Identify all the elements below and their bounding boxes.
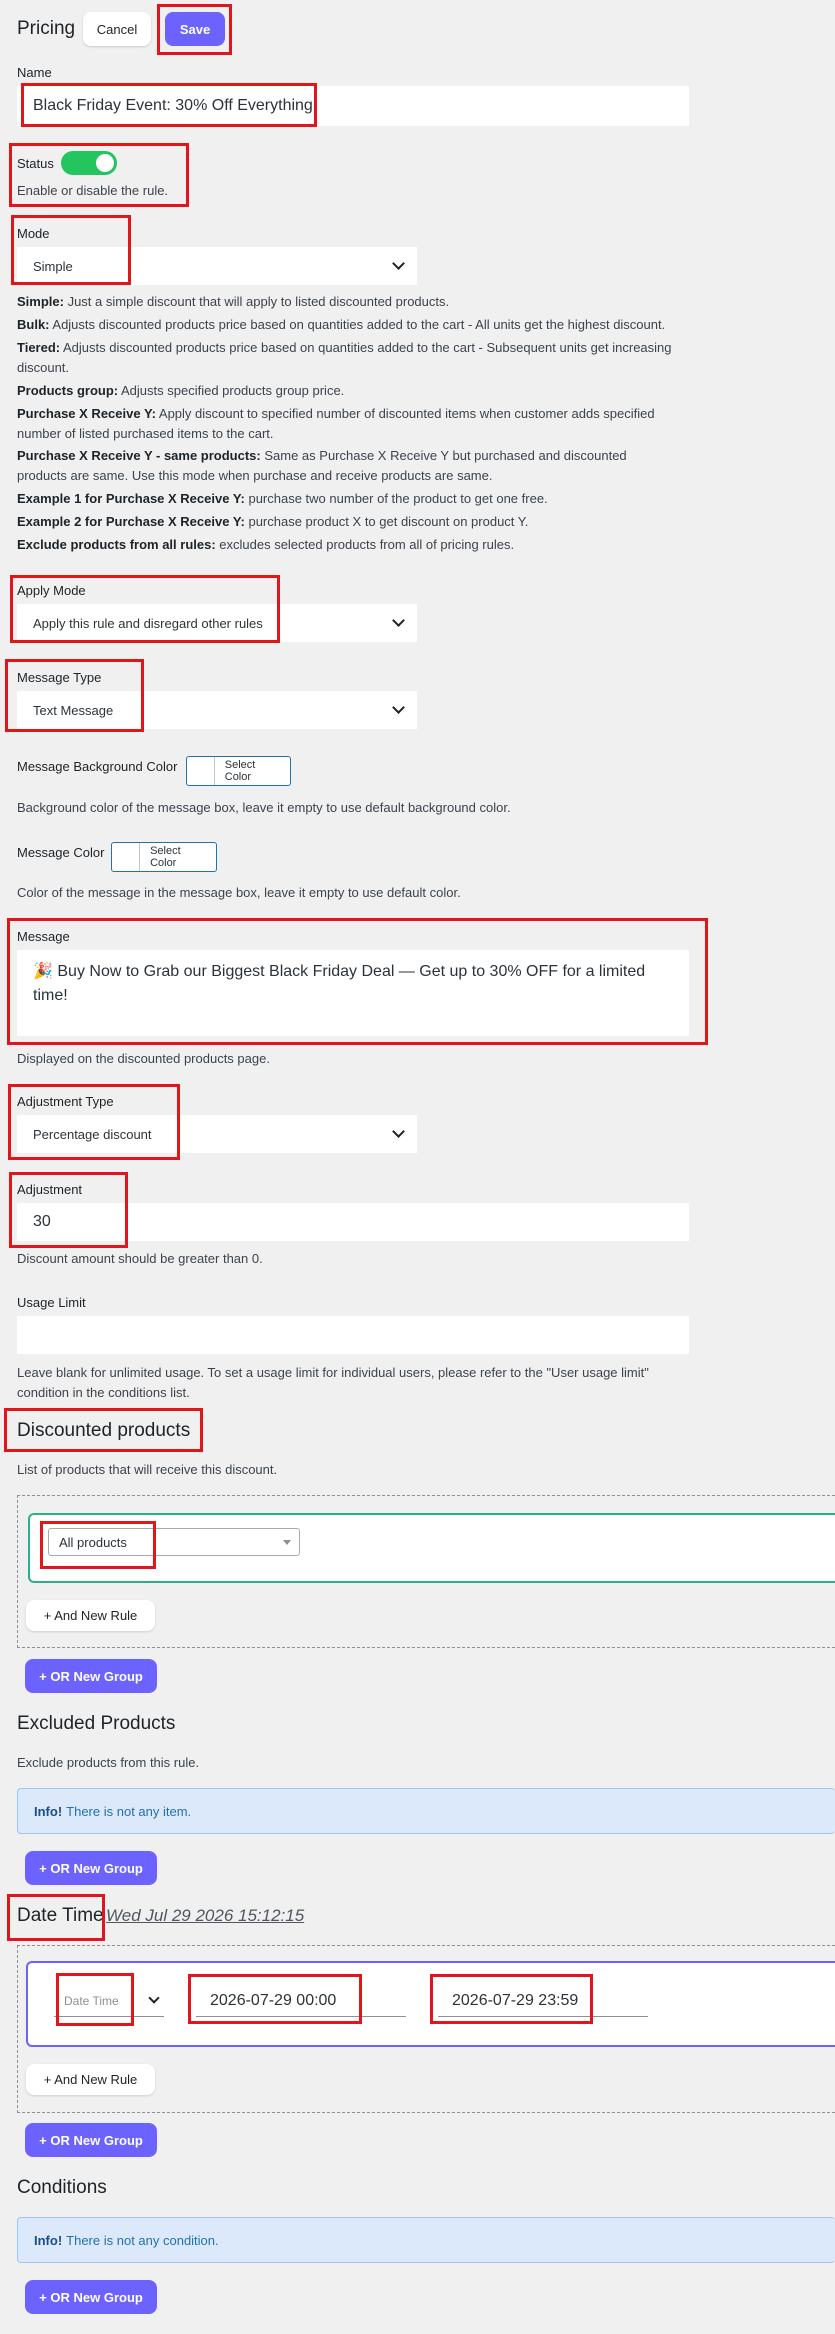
message-type-select[interactable]: Text Message [17,691,417,729]
select-color-label: Select Color [224,759,256,783]
mode-description-line: Simple: Just a simple discount that will… [17,292,677,312]
mode-description-text: Just a simple discount that will apply t… [63,294,450,309]
info-text: There is not any item. [66,1803,192,1819]
mode-description-term: Bulk: [17,317,50,332]
chevron-down-icon [148,1992,160,2004]
message-color-description: Color of the message in the message box,… [17,885,461,900]
discounted-products-title: Discounted products [17,1420,191,1441]
mode-description-line: Tiered: Adjusts discounted products pric… [17,338,677,378]
mode-description-term: Tiered: [17,340,61,355]
add-or-group-button[interactable]: + OR New Group [25,2280,157,2314]
usage-limit-input[interactable] [17,1316,689,1354]
chevron-down-icon [392,1125,405,1138]
products-rule-value: All products [59,1534,127,1550]
date-to-input[interactable]: 2026-07-29 23:59 [438,1985,648,2017]
apply-mode-value: Apply this rule and disregard other rule… [33,615,263,631]
mode-description-text: excludes selected products from all of p… [215,537,515,552]
mode-description-text: Adjusts discounted products price based … [49,317,666,332]
color-swatch [187,757,215,785]
message-label: Message [17,929,70,944]
message-description: Displayed on the discounted products pag… [17,1051,270,1066]
discounted-products-description: List of products that will receive this … [17,1462,278,1477]
mode-description-line: Example 2 for Purchase X Receive Y: purc… [17,512,677,532]
mode-description-term: Purchase X Receive Y - same products: [17,448,261,463]
mode-description-line: Example 1 for Purchase X Receive Y: purc… [17,489,677,509]
message-bg-color-label: Message Background Color [17,759,178,774]
info-bold: Info! [34,2232,63,2248]
select-color-label: Select Color [150,845,181,869]
message-type-value: Text Message [33,702,114,718]
excluded-products-description: Exclude products from this rule. [17,1755,200,1770]
adjustment-label: Adjustment [17,1182,83,1197]
mode-select[interactable]: Simple [17,247,417,285]
adjustment-type-value: Percentage discount [33,1126,152,1142]
adjustment-type-select[interactable]: Percentage discount [17,1115,417,1153]
adjustment-type-label: Adjustment Type [17,1094,114,1109]
info-text: There is not any condition. [66,2232,219,2248]
message-textarea[interactable]: 🎉 Buy Now to Grab our Biggest Black Frid… [17,950,689,1036]
mode-description-term: Products group: [17,383,119,398]
adjustment-description: Discount amount should be greater than 0… [17,1251,263,1266]
mode-description-line: Bulk: Adjusts discounted products price … [17,315,677,335]
date-type-select[interactable]: Date Time [54,1985,164,2017]
apply-mode-select[interactable]: Apply this rule and disregard other rule… [17,604,417,642]
mode-description-line: Products group: Adjusts specified produc… [17,381,677,401]
cancel-button[interactable]: Cancel [83,12,151,46]
add-or-group-button[interactable]: + OR New Group [25,2123,157,2157]
color-swatch [112,843,141,871]
status-toggle[interactable] [61,151,117,175]
mode-description-text: Adjusts discounted products price based … [17,340,672,375]
name-label: Name [17,65,52,80]
status-description: Enable or disable the rule. [17,183,169,198]
save-button[interactable]: Save [165,12,225,46]
conditions-info-alert: Info! There is not any condition. [17,2217,835,2263]
message-type-label: Message Type [17,670,102,685]
add-or-group-button[interactable]: + OR New Group [25,1851,157,1885]
current-date-time: Wed Jul 29 2026 15:12:15 [106,1906,305,1925]
mode-select-value: Simple [33,258,73,274]
add-or-group-button[interactable]: + OR New Group [25,1659,157,1693]
mode-description-text: Adjusts specified products group price. [118,383,345,398]
add-and-rule-button[interactable]: + And New Rule [26,1600,155,1631]
chevron-down-icon [392,701,405,714]
conditions-title: Conditions [17,2177,107,2198]
mode-description-term: Purchase X Receive Y: [17,406,156,421]
mode-description-term: Simple: [17,294,64,309]
status-label: Status [17,156,54,171]
message-bg-color-button[interactable]: Select Color [186,756,291,786]
message-color-label: Message Color [17,845,105,860]
adjustment-input[interactable]: 30 [17,1203,689,1241]
chevron-down-icon [392,614,405,627]
date-type-value: Date Time [64,1993,119,2008]
caret-down-icon [283,1540,291,1545]
info-bold: Info! [34,1803,63,1819]
page-title: Pricing [17,18,76,39]
mode-description-text: purchase product X to get discount on pr… [244,514,529,529]
date-from-input[interactable]: 2026-07-29 00:00 [196,1985,406,2017]
usage-limit-label: Usage Limit [17,1295,86,1310]
mode-description-line: Purchase X Receive Y - same products: Sa… [17,446,677,486]
message-bg-color-description: Background color of the message box, lea… [17,800,511,815]
mode-description-term: Exclude products from all rules: [17,537,216,552]
usage-limit-description: Leave blank for unlimited usage. To set … [17,1365,649,1400]
mode-description-line: Purchase X Receive Y: Apply discount to … [17,404,677,444]
mode-description-term: Example 2 for Purchase X Receive Y: [17,514,245,529]
message-color-button[interactable]: Select Color [111,842,217,872]
mode-description-term: Example 1 for Purchase X Receive Y: [17,491,245,506]
excluded-info-alert: Info! There is not any item. [17,1788,835,1834]
excluded-products-title: Excluded Products [17,1713,176,1734]
chevron-down-icon [392,257,405,270]
mode-description-line: Exclude products from all rules: exclude… [17,535,677,555]
name-input[interactable]: Black Friday Event: 30% Off Everything [17,86,689,126]
mode-label: Mode [17,226,50,241]
mode-description-text: purchase two number of the product to ge… [244,491,548,506]
apply-mode-label: Apply Mode [17,583,86,598]
toggle-knob [96,154,114,172]
add-and-rule-button[interactable]: + And New Rule [26,2064,155,2095]
products-rule-select[interactable]: All products [48,1528,300,1556]
date-time-title: Date Time [17,1905,104,1926]
